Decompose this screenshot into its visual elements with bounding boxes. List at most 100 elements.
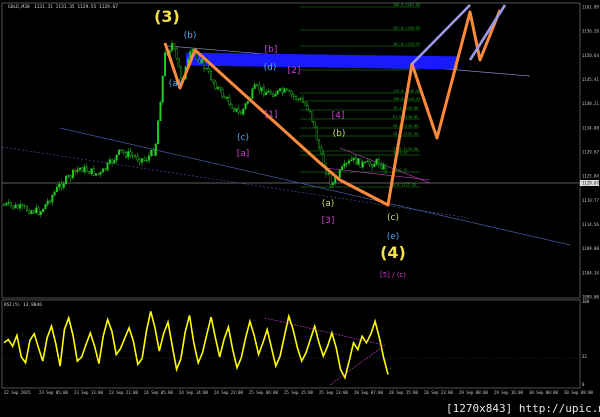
wave-label: (d) (264, 63, 277, 73)
candle-body (145, 160, 148, 162)
candle-body (384, 164, 387, 173)
wave-label: (b) (184, 31, 197, 41)
time-tick-label: 24 Sep 22:00 (214, 390, 243, 395)
candle-body (244, 103, 247, 110)
candle-body (53, 191, 56, 196)
candle-body (143, 158, 146, 161)
price-tick-label: 1114.56 (582, 222, 599, 227)
candle-body (288, 89, 291, 92)
candle-body (212, 79, 215, 83)
wave-label: [1] (265, 110, 278, 120)
wave-label: (3) (154, 7, 180, 26)
candle-body (343, 163, 346, 167)
candle-body (58, 184, 61, 188)
rsi-tick-label: 32 (582, 354, 587, 359)
candle-body (127, 151, 130, 158)
candle-body (120, 149, 123, 152)
candle-body (265, 92, 268, 96)
candle-body (377, 159, 380, 166)
time-tick-label: 30 Sep 00:00 (529, 390, 558, 395)
time-tick-label: 28 Sep 07:00 (354, 390, 383, 395)
candle-body (46, 200, 49, 205)
candle-body (35, 207, 38, 214)
time-tick-label: 29 Sep 16:00 (494, 390, 523, 395)
candle-body (39, 211, 42, 215)
wave-label: (c) (237, 133, 249, 143)
time-tick-label: 25 Sep 23:00 (319, 390, 348, 395)
candle-body (32, 210, 35, 214)
candle-body (129, 151, 132, 156)
candle-body (134, 155, 137, 157)
candle-body (359, 158, 362, 168)
candle-body (150, 150, 153, 156)
watermark: [1270x843] http://upic.me/ (446, 400, 600, 417)
time-tick-label: 24 Sep 05:00 (144, 390, 173, 395)
wave-label: (e) (387, 232, 400, 242)
candle-body (69, 175, 72, 179)
candle-body (253, 84, 256, 89)
candle-body (352, 157, 355, 161)
wave-label: (b) (333, 129, 346, 139)
candle-body (200, 59, 203, 64)
wave-label: (4) (380, 243, 406, 262)
time-tick-label: 23 Sep 13:00 (74, 390, 103, 395)
wave-label: [5] / (c) (380, 271, 406, 279)
candle-body (258, 85, 261, 91)
candle-body (71, 169, 74, 179)
fib-level-label: 38.2 1137.20 (393, 132, 418, 136)
candle-body (173, 43, 176, 49)
candle-body (198, 59, 201, 64)
price-tick-label: 1156.26 (582, 29, 599, 34)
candle-body (267, 90, 270, 93)
candle-body (232, 108, 235, 112)
candle-body (228, 97, 231, 106)
rsi-title: RSI(5) 13.8846 (4, 302, 42, 308)
candle-body (170, 43, 173, 51)
candle-body (292, 94, 295, 97)
candle-body (226, 97, 229, 99)
candle-body (16, 204, 19, 209)
candle-body (124, 152, 127, 158)
candle-body (373, 163, 376, 168)
fib-level-label: 100.0 1161.03 (393, 3, 420, 7)
candle-body (329, 173, 332, 185)
candle-body (327, 173, 330, 175)
candle-body (3, 204, 6, 206)
price-tick-label: 1150.64 (582, 53, 599, 58)
candle-body (88, 171, 91, 175)
candle-body (276, 90, 279, 95)
candle-body (111, 159, 114, 164)
candle-body (313, 121, 316, 128)
price-tick-label: 1109.00 (582, 246, 599, 251)
candle-body (122, 150, 125, 153)
wave-label: (a) (322, 199, 335, 209)
fib-level-label: 161.8 1153.57 (393, 42, 420, 46)
candle-body (44, 204, 47, 210)
candle-body (97, 173, 100, 175)
fib-level-label: 50.0 1139.05 (393, 124, 418, 128)
candle-body (209, 70, 212, 81)
candle-body (380, 164, 383, 170)
candle-body (375, 159, 378, 165)
candle-body (76, 169, 79, 172)
candle-body (90, 168, 93, 175)
candle-body (74, 169, 77, 172)
candle-body (371, 164, 374, 168)
candle-body (26, 206, 29, 212)
wave-label: (a) (169, 79, 182, 89)
price-tick-label: 1129.67 (582, 150, 599, 155)
candle-body (318, 139, 321, 149)
candle-body (242, 108, 245, 115)
chart-header-ohlc: 1131.31 1131.35 1129.55 1129.67 (34, 4, 118, 10)
candle-body (357, 158, 360, 165)
price-tick-label: 1104.34 (582, 270, 599, 275)
price-tick-label: 1125.04 (582, 174, 599, 179)
time-tick-label: 23 Sep 21:00 (109, 390, 138, 395)
candle-body (78, 167, 81, 170)
price-tick-label: 1145.41 (582, 77, 599, 82)
candle-body (230, 104, 233, 109)
candle-body (49, 200, 52, 203)
fib-level-label: 261.8 1155.82 (393, 26, 420, 30)
time-tick-label: 23 Sep 05:00 (39, 390, 68, 395)
candle-body (152, 150, 155, 156)
